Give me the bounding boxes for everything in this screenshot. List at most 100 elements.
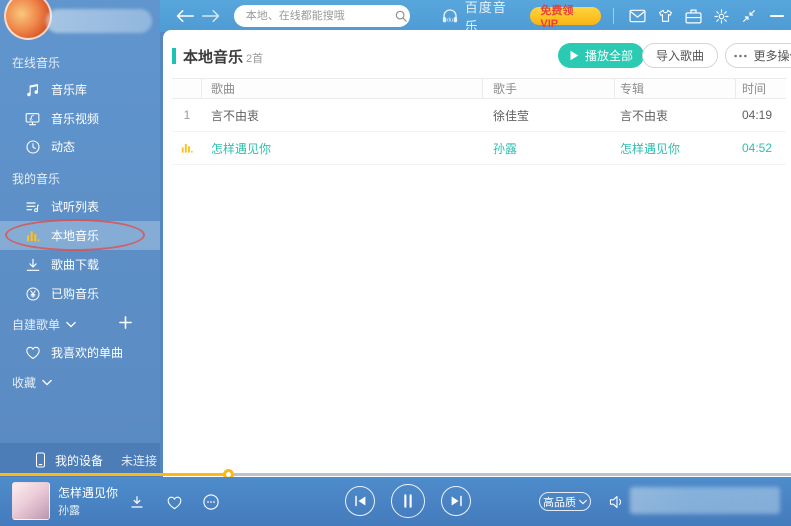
sidebar-item-music-library[interactable]: 音乐库 xyxy=(0,75,160,104)
section-label: 收藏 xyxy=(12,374,36,391)
device-label: 我的设备 xyxy=(55,452,103,469)
row-album: 言不由衷 xyxy=(615,107,736,124)
chevron-down-icon xyxy=(579,499,587,505)
sidebar-item-purchased-music[interactable]: 已购音乐 xyxy=(0,279,160,308)
chevron-down-icon xyxy=(42,379,52,386)
col-album-header[interactable]: 专辑 xyxy=(615,78,736,99)
ellipsis-icon xyxy=(734,54,747,58)
row-album: 怎样遇见你 xyxy=(615,140,736,157)
col-artist-header[interactable]: 歌手 xyxy=(483,78,615,99)
row-duration: 04:19 xyxy=(736,108,786,122)
search-icon[interactable] xyxy=(394,9,408,23)
row-artist: 徐佳莹 xyxy=(483,107,615,124)
skin-icon[interactable] xyxy=(652,2,680,30)
settings-icon[interactable] xyxy=(707,2,735,30)
titlebar-divider xyxy=(613,8,614,24)
quality-label: 高品质 xyxy=(543,494,576,510)
sidebar-item-local-music[interactable]: 本地音乐 xyxy=(0,221,160,250)
main-panel: 本地音乐 2首 播放全部 导入歌曲 更多操作 歌曲 xyxy=(163,30,791,477)
sidebar-item-favorite-songs[interactable]: 我喜欢的单曲 xyxy=(0,338,160,367)
purchased-yen-icon xyxy=(24,285,41,302)
svg-text:du: du xyxy=(447,17,453,23)
play-all-button[interactable]: 播放全部 xyxy=(558,43,644,68)
pause-button[interactable] xyxy=(391,484,425,518)
table-row[interactable]: 1 言不由衷 徐佳莹 言不由衷 04:19 xyxy=(172,99,786,132)
mail-icon[interactable] xyxy=(624,2,652,30)
row-duration: 04:52 xyxy=(736,141,786,155)
player-bar: 怎样遇见你 孙露 高品质 xyxy=(0,477,791,526)
sidebar-item-song-download[interactable]: 歌曲下载 xyxy=(0,250,160,279)
chevron-down-icon xyxy=(66,321,76,328)
minimize-icon[interactable] xyxy=(763,2,791,30)
section-label: 自建歌单 xyxy=(12,316,60,333)
now-playing-artist: 孙露 xyxy=(58,502,80,518)
forward-icon[interactable] xyxy=(200,5,222,27)
baidu-music-window: du 百度音乐 免费领VIP 在线音乐 xyxy=(0,0,791,526)
toolbox-icon[interactable] xyxy=(680,2,708,30)
more-operations-button[interactable]: 更多操作 xyxy=(725,43,791,68)
add-playlist-button[interactable] xyxy=(116,313,134,331)
col-song-header[interactable]: 歌曲 xyxy=(202,78,483,99)
activity-clock-icon xyxy=(24,138,41,155)
sidebar-item-label: 动态 xyxy=(51,138,75,155)
device-status: 未连接 xyxy=(121,452,157,469)
title-accent-bar xyxy=(172,48,176,64)
sidebar-item-label: 歌曲下载 xyxy=(51,256,99,273)
panel-header: 本地音乐 2首 播放全部 导入歌曲 更多操作 xyxy=(163,43,791,71)
quality-selector[interactable]: 高品质 xyxy=(539,492,591,511)
album-art[interactable] xyxy=(12,482,50,520)
row-artist: 孙露 xyxy=(483,140,615,157)
playing-bars-icon xyxy=(172,141,202,155)
sidebar-item-label: 我喜欢的单曲 xyxy=(51,344,123,361)
progress-track[interactable] xyxy=(0,473,791,476)
row-index: 1 xyxy=(172,108,202,122)
previous-button[interactable] xyxy=(345,486,375,516)
now-playing-title: 怎样遇见你 xyxy=(58,484,118,501)
more-label: 更多操作 xyxy=(753,47,791,64)
table-header-row: 歌曲 歌手 专辑 时间 xyxy=(172,78,786,99)
more-circle-icon[interactable] xyxy=(200,491,222,513)
progress-filled xyxy=(0,473,229,476)
col-duration-header[interactable]: 时间 xyxy=(736,78,786,99)
play-all-label: 播放全部 xyxy=(585,47,633,64)
sidebar-item-activity[interactable]: 动态 xyxy=(0,132,160,161)
favorite-heart-icon[interactable] xyxy=(163,491,185,513)
titlebar: du 百度音乐 免费领VIP xyxy=(160,0,791,32)
volume-icon[interactable] xyxy=(606,491,628,513)
table-row-playing[interactable]: 怎样遇见你 孙露 怎样遇见你 04:52 xyxy=(172,132,786,165)
sidebar-section-custom-playlists[interactable]: 自建歌单 xyxy=(12,316,76,333)
logo-headphones-icon: du xyxy=(440,7,460,25)
song-count: 2首 xyxy=(246,50,263,66)
playlist-icon xyxy=(24,198,41,215)
search-box[interactable] xyxy=(234,5,410,27)
row-song: 怎样遇见你 xyxy=(202,140,483,157)
sidebar: 在线音乐 音乐库 音乐视频 动态 我的音乐 试听列表 xyxy=(0,0,160,477)
sidebar-section-my-music: 我的音乐 xyxy=(12,170,60,187)
sidebar-item-music-video[interactable]: 音乐视频 xyxy=(0,104,160,133)
mini-mode-icon[interactable] xyxy=(735,2,763,30)
sidebar-item-label: 音乐视频 xyxy=(51,110,99,127)
song-table: 歌曲 歌手 专辑 时间 1 言不由衷 徐佳莹 言不由衷 04:19 怎样遇见你 … xyxy=(172,78,786,165)
play-icon xyxy=(569,50,579,61)
user-avatar[interactable] xyxy=(4,0,52,40)
next-button[interactable] xyxy=(441,486,471,516)
download-song-icon[interactable] xyxy=(126,491,148,513)
sidebar-item-label: 音乐库 xyxy=(51,81,87,98)
page-title: 本地音乐 xyxy=(183,46,243,67)
row-song: 言不由衷 xyxy=(202,107,483,124)
heart-icon xyxy=(24,344,41,361)
phone-icon xyxy=(34,452,47,468)
col-index-header xyxy=(172,78,202,99)
search-input[interactable] xyxy=(246,10,388,22)
back-icon[interactable] xyxy=(174,5,196,27)
import-songs-button[interactable]: 导入歌曲 xyxy=(642,43,718,68)
sidebar-item-label: 试听列表 xyxy=(51,198,99,215)
sidebar-item-listening-list[interactable]: 试听列表 xyxy=(0,192,160,221)
sidebar-section-favorites[interactable]: 收藏 xyxy=(12,374,52,391)
volume-area-censored xyxy=(630,487,780,514)
sidebar-item-label: 本地音乐 xyxy=(51,227,99,244)
free-vip-badge[interactable]: 免费领VIP xyxy=(530,7,600,25)
import-label: 导入歌曲 xyxy=(656,47,704,64)
sidebar-section-online: 在线音乐 xyxy=(12,54,60,71)
username-censored xyxy=(46,9,152,33)
